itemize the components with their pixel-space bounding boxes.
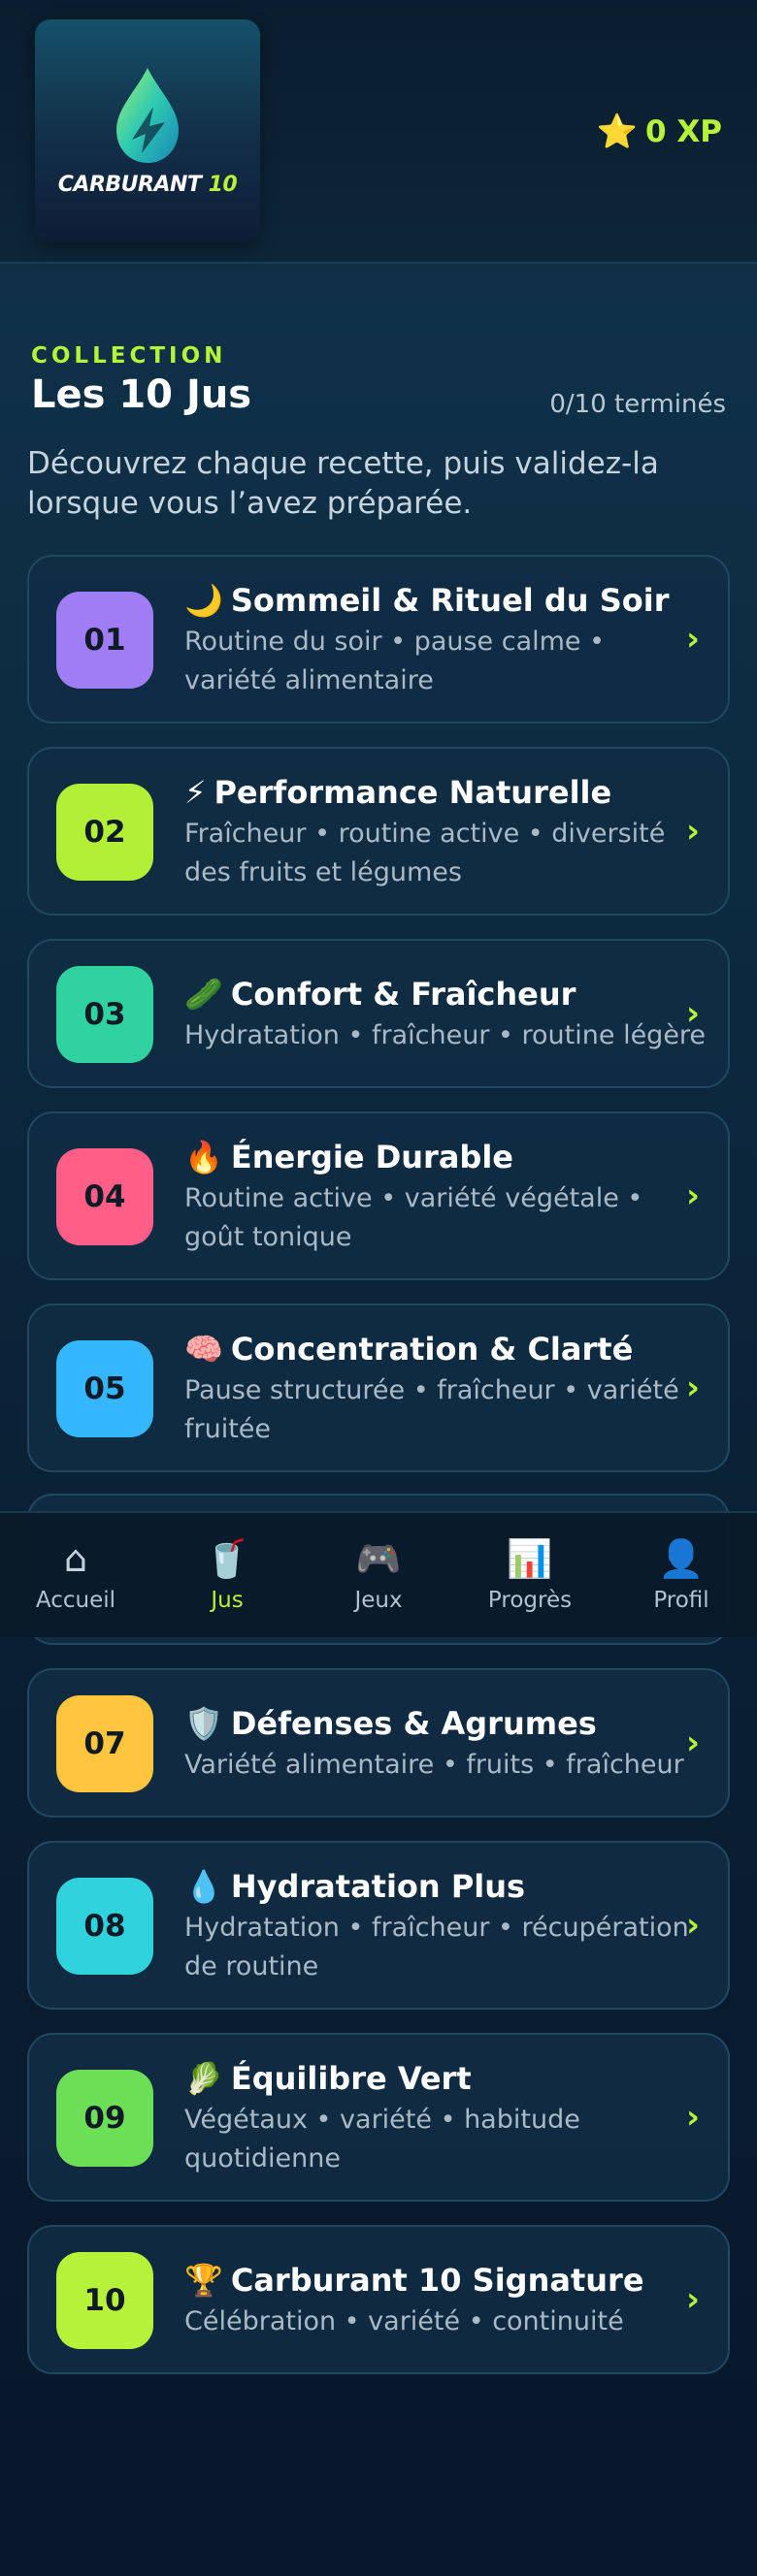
nav-item-progres[interactable]: 📊 Progrès (454, 1513, 606, 1637)
recipe-title: ⚡ Performance Naturelle (184, 774, 612, 811)
recipe-description: Fraîcheur • routine active • diversité d… (184, 819, 666, 887)
shield-icon: 🛡️ (184, 1705, 223, 1742)
juice-cup-icon: 🥤 (204, 1537, 250, 1580)
recipe-description: Hydratation • fraîcheur • récupération d… (184, 1913, 689, 1981)
bar-chart-icon: 📊 (507, 1537, 553, 1580)
fuel-drop-icon (116, 68, 179, 163)
lightning-icon: ⚡ (184, 774, 207, 811)
recipe-card[interactable]: 05 🧠 Concentration & Clarté Pause structu… (27, 1304, 730, 1472)
logo-wordmark: CARBURANT 10 (57, 173, 238, 197)
home-icon: ⌂ (63, 1537, 88, 1580)
recipe-title: 🌙 Sommeil & Rituel du Soir (184, 582, 670, 619)
recipe-number-badge: 10 (56, 2252, 153, 2349)
user-icon: 👤 (658, 1537, 705, 1580)
app-logo[interactable]: CARBURANT 10 (35, 19, 260, 242)
recipe-card[interactable]: 10 🏆 Carburant 10 Signature Célébration •… (27, 2225, 730, 2374)
nav-item-accueil[interactable]: ⌂ Accueil (0, 1513, 151, 1637)
recipe-number-badge: 09 (56, 2070, 153, 2167)
recipe-description: Routine active • variété végétale • goût… (184, 1183, 643, 1252)
intro-text: Découvrez chaque recette, puis validez-l… (27, 446, 659, 521)
chevron-right-icon: › (685, 1368, 700, 1407)
nav-item-jeux[interactable]: 🎮 Jeux (303, 1513, 454, 1637)
recipe-number-badge: 03 (56, 966, 153, 1063)
brain-icon: 🧠 (184, 1331, 223, 1368)
recipe-number-badge: 01 (56, 592, 153, 689)
recipe-card[interactable]: 02 ⚡ Performance Naturelle Fraîcheur • ro… (27, 747, 730, 916)
chevron-right-icon: › (685, 1176, 700, 1215)
moon-icon: 🌙 (184, 582, 223, 619)
recipe-card[interactable]: 08 💧 Hydratation Plus Hydratation • fraîc… (27, 1841, 730, 2010)
recipe-card[interactable]: 07 🛡️ Défenses & Agrumes Variété alimenta… (27, 1668, 730, 1818)
recipe-number-badge: 02 (56, 784, 153, 881)
recipe-title: 🔥 Énergie Durable (184, 1139, 513, 1175)
trophy-icon: 🏆 (184, 2262, 223, 2299)
xp-value: 0 XP (645, 114, 722, 149)
recipe-title: 🛡️ Défenses & Agrumes (184, 1705, 597, 1742)
water-drop-icon: 💧 (184, 1868, 223, 1905)
chevron-right-icon: › (685, 812, 700, 851)
recipe-title: 🏆 Carburant 10 Signature (184, 2262, 644, 2299)
page-title: Les 10 Jus (31, 372, 252, 417)
section-eyebrow: COLLECTION (31, 343, 227, 369)
recipe-title: 🥒 Confort & Fraîcheur (184, 976, 576, 1013)
recipe-card[interactable]: 09 🥬 Équilibre Vert Végétaux • variété • … (27, 2033, 730, 2202)
nav-label: Jeux (354, 1588, 403, 1613)
recipe-description: Routine du soir • pause calme • variété … (184, 627, 606, 695)
nav-label: Accueil (35, 1588, 116, 1613)
recipe-title: 💧 Hydratation Plus (184, 1868, 526, 1905)
completion-count: 0/10 terminés (549, 390, 726, 419)
nav-item-profil[interactable]: 👤 Profil (606, 1513, 757, 1637)
chevron-right-icon: › (685, 2280, 700, 2319)
cucumber-icon: 🥒 (184, 976, 223, 1013)
recipe-card[interactable]: 04 🔥 Énergie Durable Routine active • var… (27, 1111, 730, 1280)
chevron-right-icon: › (685, 994, 700, 1033)
nav-label: Profil (653, 1588, 709, 1613)
nav-item-jus[interactable]: 🥤 Jus (151, 1513, 303, 1637)
app-header: CARBURANT 10 ⭐ 0 XP (0, 0, 757, 264)
recipe-description: Végétaux • variété • habitude quotidienn… (184, 2105, 580, 2174)
recipe-title: 🥬 Équilibre Vert (184, 2060, 472, 2097)
recipe-number-badge: 05 (56, 1340, 153, 1437)
chevron-right-icon: › (685, 1906, 700, 1945)
chevron-right-icon: › (685, 2098, 700, 2137)
recipe-description: Pause structurée • fraîcheur • variété f… (184, 1375, 679, 1444)
recipe-number-badge: 04 (56, 1148, 153, 1245)
recipe-card[interactable]: 01 🌙 Sommeil & Rituel du Soir Routine du … (27, 555, 730, 724)
fire-icon: 🔥 (184, 1139, 223, 1175)
recipe-card[interactable]: 03 🥒 Confort & Fraîcheur Hydratation • fr… (27, 939, 730, 1088)
chevron-right-icon: › (685, 1723, 700, 1762)
chevron-right-icon: › (685, 620, 700, 659)
recipe-description: Hydratation • fraîcheur • routine légère (184, 1020, 707, 1050)
recipe-number-badge: 07 (56, 1695, 153, 1792)
recipe-description: Célébration • variété • continuité (184, 2306, 624, 2336)
xp-counter[interactable]: ⭐ 0 XP (597, 111, 722, 153)
star-icon: ⭐ (596, 113, 639, 151)
bottom-nav: ⌂ Accueil 🥤 Jus 🎮 Jeux 📊 Progrès 👤 Profi… (0, 1511, 757, 1637)
recipe-number-badge: 08 (56, 1878, 153, 1975)
nav-label: Progrès (487, 1588, 573, 1613)
nav-label: Jus (211, 1588, 244, 1613)
leafy-green-icon: 🥬 (184, 2060, 223, 2097)
recipe-title: 🧠 Concentration & Clarté (184, 1331, 634, 1368)
gamepad-icon: 🎮 (355, 1537, 402, 1580)
recipe-description: Variété alimentaire • fruits • fraîcheur (184, 1750, 684, 1780)
